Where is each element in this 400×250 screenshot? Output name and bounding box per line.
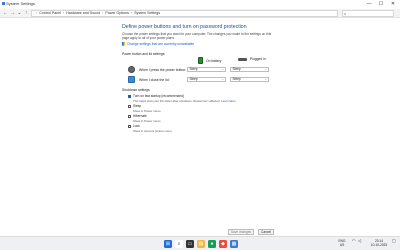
hibernate-label: Hibernate	[133, 114, 147, 118]
plugged-in-label: Plugged in	[250, 57, 266, 61]
shield-icon	[122, 42, 125, 46]
save-changes-button[interactable]: Save changes	[228, 229, 254, 235]
select-value: Sleep	[189, 77, 198, 81]
fast-startup-option[interactable]: Turn on fast startup (recommended)	[128, 94, 184, 98]
chevron-down-icon: ⌄	[264, 77, 267, 81]
search-icon[interactable]: ⌕	[175, 240, 183, 248]
chevron-down-icon: ⌄	[221, 67, 224, 71]
power-button-plugged-select[interactable]: Sleep ⌄	[230, 67, 269, 72]
address-breadcrumb[interactable]: › Control Panel › Hardware and Sound › P…	[31, 10, 338, 17]
control-panel-taskbar-icon[interactable]: ▦	[230, 240, 238, 248]
hibernate-checkbox[interactable]	[128, 114, 131, 118]
notification-icon[interactable]: ▢	[392, 239, 396, 243]
on-battery-label: On battery	[206, 58, 222, 63]
up-arrow-icon[interactable]: ↑	[23, 10, 30, 17]
hibernate-description: Show in Power menu.	[133, 119, 162, 123]
region-code: US	[339, 243, 345, 247]
fast-startup-label: Turn on fast startup (recommended)	[133, 94, 184, 98]
select-value: Sleep	[189, 67, 198, 71]
chevron-down-icon: ⌄	[221, 77, 224, 81]
address-bar: ← → ⌄ ↑ › Control Panel › Hardware and S…	[0, 9, 400, 18]
maximize-button[interactable]: ☐	[376, 0, 386, 9]
clock[interactable]: 23:14 10-10-2023	[368, 239, 390, 247]
sleep-label: Sleep	[133, 104, 142, 108]
power-button-label: When I press the power button:	[139, 67, 187, 72]
task-view-icon[interactable]: ▭	[186, 240, 194, 248]
sleep-option[interactable]: Sleep	[128, 104, 141, 108]
select-value: Sleep	[232, 67, 241, 71]
wifi-icon[interactable]: ◠	[352, 239, 356, 243]
page-description: Choose the power settings that you want …	[122, 32, 272, 40]
battery-icon	[198, 57, 203, 64]
page-title: Define power buttons and turn on passwor…	[122, 24, 247, 30]
power-section-title: Power button and lid settings:	[122, 52, 166, 56]
clock-date: 10-10-2023	[370, 243, 388, 247]
lock-label: Lock	[133, 124, 140, 128]
select-value: Sleep	[232, 77, 241, 81]
file-explorer-icon[interactable]: ▤	[197, 240, 205, 248]
sleep-description: Show in Power menu.	[133, 109, 162, 113]
forward-arrow-icon[interactable]: →	[9, 10, 16, 17]
change-settings-link[interactable]: Change settings that are currently unava…	[122, 42, 282, 46]
breadcrumb-chevron-icon: ›	[62, 11, 65, 15]
title-bar: System Settings — ☐ ✕	[0, 0, 400, 9]
window-title: System Settings	[6, 1, 35, 6]
power-button-row: When I press the power button:	[128, 66, 186, 73]
laptop-lid-icon	[128, 76, 135, 83]
search-icon: ⌕	[344, 11, 347, 16]
browser-icon[interactable]: ●	[208, 240, 216, 248]
language-indicator[interactable]: ENG US	[336, 239, 348, 247]
shutdown-section-title: Shutdown settings	[122, 88, 150, 92]
breadcrumb-chevron-icon: ›	[36, 11, 38, 15]
lid-battery-select[interactable]: Sleep ⌄	[187, 77, 226, 82]
minimize-button[interactable]: —	[364, 0, 374, 9]
breadcrumb-item[interactable]: System Settings	[134, 11, 160, 15]
lid-label: When I close the lid:	[139, 77, 170, 82]
plugged-in-header: Plugged in	[238, 57, 266, 61]
fast-startup-description: This helps start your PC faster after sh…	[133, 99, 236, 103]
search-input[interactable]: ⌕	[342, 10, 394, 17]
learn-more-link[interactable]: Learn More	[221, 99, 236, 103]
lid-plugged-select[interactable]: Sleep ⌄	[230, 77, 269, 82]
breadcrumb-item[interactable]: Hardware and Sound	[66, 11, 100, 15]
lid-row: When I close the lid:	[128, 76, 170, 83]
fast-startup-checkbox[interactable]	[128, 94, 131, 98]
taskbar: ⊞ ⌕ ▭ ▤ ● ◆ ▦ ENG US ◠ ◁ 23:14 10-10-202…	[0, 236, 400, 250]
hibernate-option[interactable]: Hibernate	[128, 114, 147, 118]
breadcrumb-item[interactable]: Power Options	[105, 11, 129, 15]
close-button[interactable]: ✕	[388, 0, 398, 9]
change-settings-label: Change settings that are currently unava…	[127, 42, 195, 46]
recent-locations-icon[interactable]: ⌄	[16, 10, 23, 17]
plug-icon	[238, 57, 247, 61]
breadcrumb-chevron-icon: ›	[130, 11, 133, 15]
power-button-battery-select[interactable]: Sleep ⌄	[187, 67, 226, 72]
sleep-checkbox[interactable]	[128, 104, 131, 108]
main-content: Define power buttons and turn on passwor…	[122, 22, 282, 56]
lock-option[interactable]: Lock	[128, 124, 140, 128]
breadcrumb-item[interactable]: Control Panel	[39, 11, 61, 15]
lock-checkbox[interactable]	[128, 124, 131, 128]
power-button-icon	[128, 66, 135, 73]
volume-icon[interactable]: ◁	[358, 239, 361, 243]
breadcrumb-chevron-icon: ›	[102, 11, 104, 15]
on-battery-header: On battery	[198, 57, 221, 64]
back-arrow-icon[interactable]: ←	[2, 10, 9, 17]
fast-startup-sub: This helps start your PC faster after sh…	[133, 99, 221, 103]
control-panel-icon	[2, 2, 5, 5]
start-windows-icon[interactable]: ⊞	[164, 240, 172, 248]
lock-description: Show in account picture menu.	[133, 129, 173, 133]
cancel-button[interactable]: Cancel	[258, 229, 274, 235]
chevron-down-icon: ⌄	[264, 67, 267, 71]
store-icon[interactable]: ◆	[219, 240, 227, 248]
